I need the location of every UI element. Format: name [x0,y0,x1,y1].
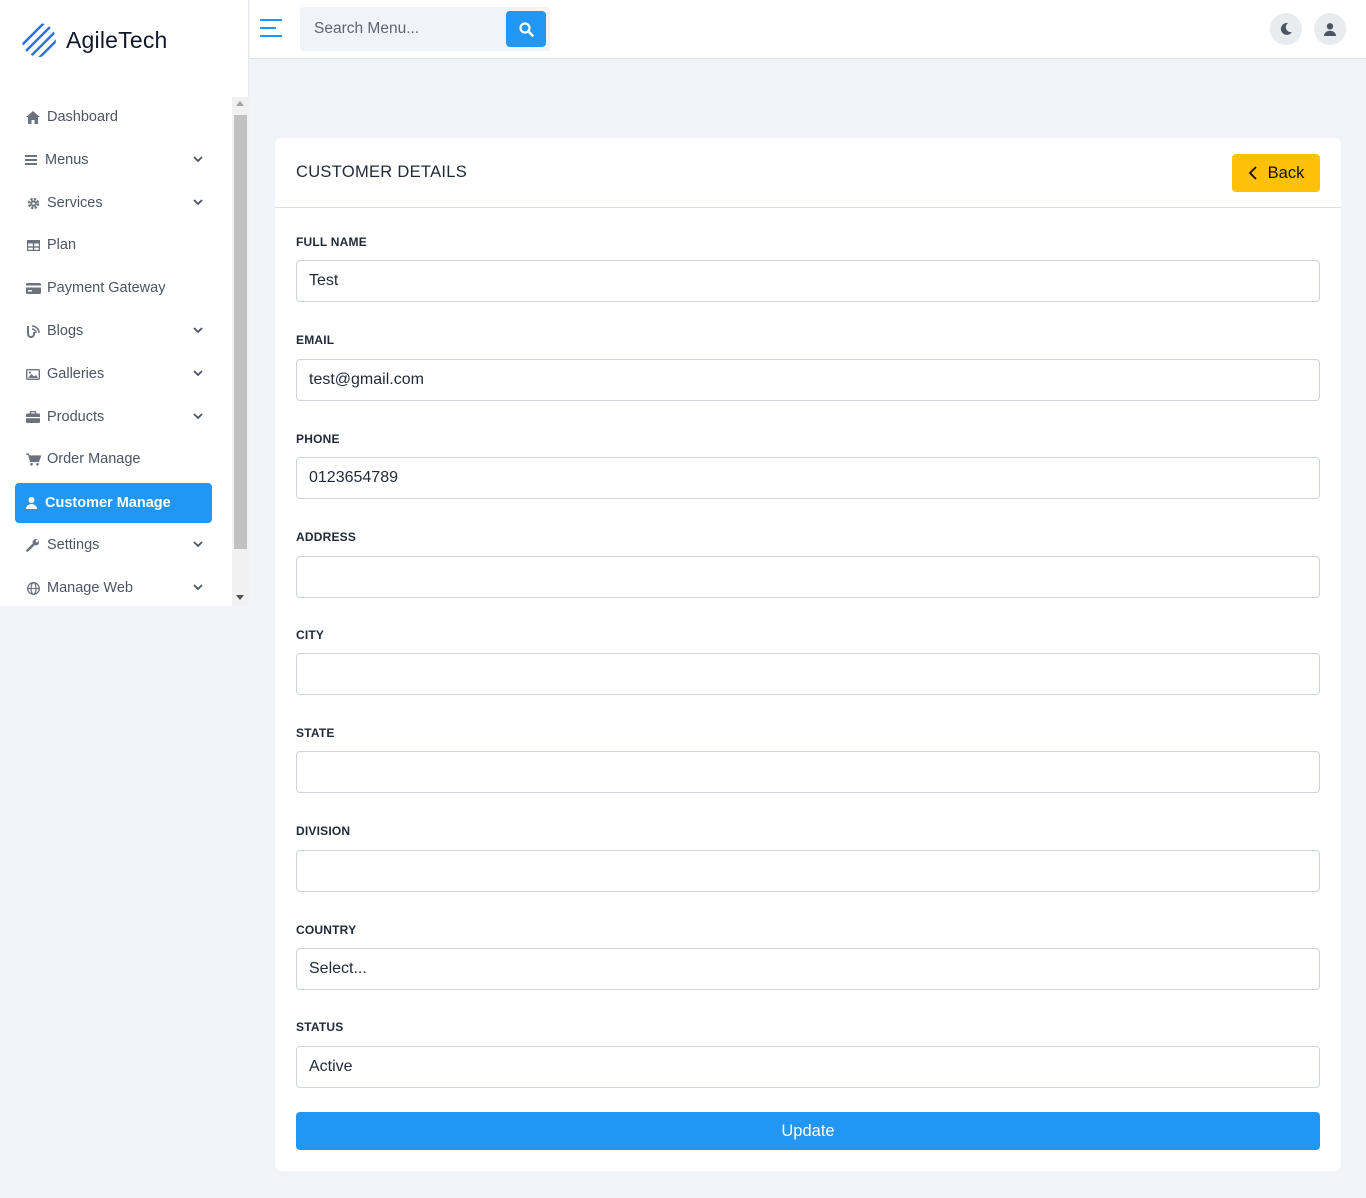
image-icon [25,366,41,382]
chevron-down-icon [193,541,203,548]
table-icon [25,237,41,253]
city-label: CITY [296,628,325,642]
search-input[interactable] [300,7,505,51]
sidebar-item-label: Services [47,195,103,211]
address-field[interactable] [296,556,1320,598]
chevron-down-icon [193,199,203,206]
credit-card-icon [25,280,41,296]
card-header: CUSTOMER DETAILS Back [275,138,1341,208]
sidebar-item-label: Dashboard [47,109,118,125]
sidebar-item-label: Galleries [47,366,105,382]
sidebar: AgileTech Dashboard Menus Services Plan … [0,0,249,606]
sidebar-item-order-manage[interactable]: Order Manage [15,439,212,479]
update-button[interactable]: Update [296,1112,1320,1150]
status-label: STATUS [296,1020,344,1034]
globe-icon [25,580,41,596]
sidebar-item-galleries[interactable]: Galleries [15,354,212,394]
sidebar-item-label: Products [47,409,105,425]
chevron-left-icon [1248,166,1257,180]
sidebar-item-blogs[interactable]: Blogs [15,311,212,351]
scrollbar-thumb[interactable] [234,115,247,549]
sidebar-item-label: Customer Manage [45,495,171,511]
brand-logo[interactable]: AgileTech [20,20,168,60]
city-field[interactable] [296,653,1320,695]
user-menu-button[interactable] [1314,13,1346,45]
sidebar-item-label: Manage Web [47,580,133,596]
sidebar-item-menus[interactable]: Menus [15,140,212,180]
state-field[interactable] [296,751,1320,793]
sidebar-item-payment-gateway[interactable]: Payment Gateway [15,268,212,308]
topbar [250,0,1366,59]
division-field[interactable] [296,850,1320,892]
wrench-icon [25,537,41,553]
user-icon [1324,22,1336,36]
sidebar-nav: Dashboard Menus Services Plan Payment Ga… [0,97,232,606]
home-icon [25,109,41,125]
phone-field[interactable] [296,457,1320,499]
sidebar-scrollbar[interactable] [232,97,249,606]
scroll-up-arrow-icon[interactable] [236,101,244,106]
sidebar-item-services[interactable]: Services [15,183,212,223]
address-label: ADDRESS [296,530,357,544]
sidebar-item-settings[interactable]: Settings [15,525,212,565]
chevron-down-icon [193,327,203,334]
chevron-down-icon [193,156,203,163]
blog-icon [25,323,41,339]
list-icon [25,152,37,168]
cart-icon [25,451,41,467]
sidebar-item-label: Settings [47,537,100,553]
gear-icon [25,195,41,211]
customer-details-card: CUSTOMER DETAILS Back FULL NAME EMAIL PH… [275,138,1341,1171]
scroll-down-arrow-icon[interactable] [236,595,244,600]
chevron-down-icon [193,413,203,420]
search-button[interactable] [506,11,546,47]
briefcase-icon [25,409,41,425]
back-button-label: Back [1267,163,1305,182]
sidebar-item-label: Blogs [47,323,84,339]
sidebar-item-label: Plan [47,237,77,253]
sidebar-item-label: Payment Gateway [47,280,166,296]
sidebar-item-manage-web[interactable]: Manage Web [15,568,212,606]
phone-label: PHONE [296,432,340,446]
moon-icon [1280,22,1292,35]
state-label: STATE [296,726,335,740]
chevron-down-icon [193,584,203,591]
status-select[interactable]: Active [296,1046,1320,1088]
email-label: EMAIL [296,333,335,347]
hamburger-icon[interactable] [259,17,283,39]
country-label: COUNTRY [296,923,357,937]
sidebar-item-label: Order Manage [47,451,141,467]
division-label: DIVISION [296,824,351,838]
sidebar-item-label: Menus [45,152,89,168]
brand-name: AgileTech [66,26,168,53]
theme-toggle-button[interactable] [1270,13,1302,45]
country-select[interactable]: Select... [296,948,1320,990]
logo-icon [22,23,56,57]
search-bar [300,7,550,51]
chevron-down-icon [193,370,203,377]
sidebar-item-plan[interactable]: Plan [15,225,212,265]
full-name-label: FULL NAME [296,235,367,249]
full-name-field[interactable] [296,260,1320,302]
page-title: CUSTOMER DETAILS [296,163,468,181]
user-icon [25,495,37,511]
search-icon [518,21,534,37]
sidebar-item-dashboard[interactable]: Dashboard [15,97,212,137]
email-field[interactable] [296,359,1320,401]
sidebar-item-products[interactable]: Products [15,397,212,437]
back-button[interactable]: Back [1232,154,1320,192]
sidebar-item-customer-manage[interactable]: Customer Manage [15,483,212,523]
